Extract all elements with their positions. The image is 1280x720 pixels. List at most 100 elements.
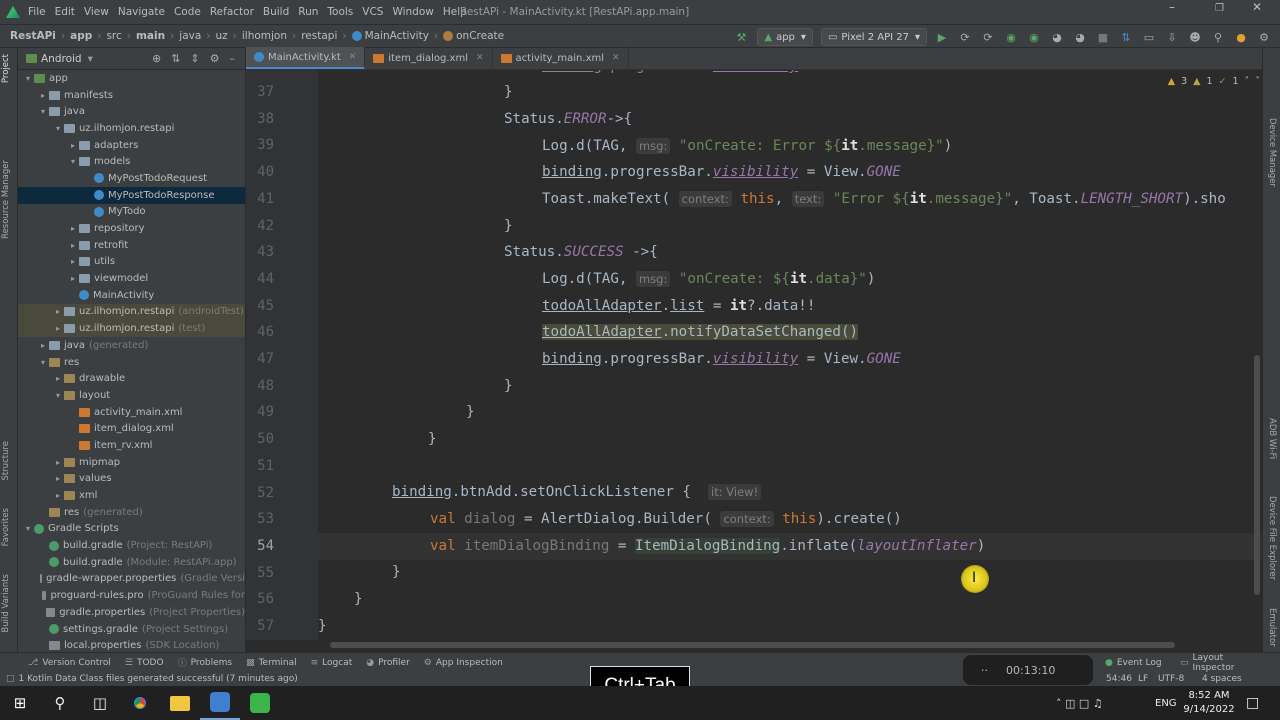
chevron-down-icon[interactable]: ˅ [1255, 76, 1260, 87]
tree-item[interactable]: MyTodo [18, 204, 245, 221]
tree-item[interactable]: local.properties (SDK Location) [18, 637, 245, 652]
debug-icon[interactable]: ◉ [1004, 31, 1018, 44]
menu-code[interactable]: Code [174, 6, 201, 18]
locate-icon[interactable]: ⊕ [152, 52, 161, 65]
search-icon[interactable]: ⚲ [40, 686, 80, 720]
tool-tab-device-file-explorer[interactable]: Device File Explorer [1267, 496, 1277, 580]
code-editor[interactable]: binding.progressBar.visibility = View.GO… [318, 70, 1262, 640]
chrome-icon[interactable] [120, 686, 160, 720]
profile-icon[interactable]: ◕ [1050, 31, 1064, 44]
tree-item[interactable]: ▸ utils [18, 254, 245, 271]
tree-item[interactable]: gradle-wrapper.properties (Gradle Versi [18, 571, 245, 588]
sync-gradle-icon[interactable]: ⇅ [1119, 31, 1133, 44]
device-manager-icon[interactable]: ▭ [1142, 31, 1156, 44]
settings-icon[interactable]: ⚙ [1257, 31, 1271, 44]
chevron-right-icon[interactable]: ▸ [67, 224, 79, 233]
tool-todo[interactable]: ☰ TODO [125, 658, 164, 668]
editor-horizontal-scrollbar[interactable] [330, 642, 1175, 648]
breadcrumb-ilhomjon[interactable]: ilhomjon [242, 30, 287, 42]
run-config-select[interactable]: ▲ app ▾ [757, 28, 813, 46]
collapse-all-icon[interactable]: ⇅ [171, 52, 180, 65]
hide-icon[interactable]: – [230, 52, 236, 65]
tree-item[interactable]: ▾ java [18, 103, 245, 120]
breadcrumb-mainactivity[interactable]: MainActivity [365, 30, 429, 42]
chevron-right-icon[interactable]: ▸ [67, 141, 79, 150]
breadcrumb-restapi[interactable]: restapi [301, 30, 337, 42]
menu-run[interactable]: Run [298, 6, 318, 18]
menu-edit[interactable]: Edit [55, 6, 75, 18]
tree-item[interactable]: settings.gradle (Project Settings) [18, 621, 245, 638]
tab-mainactivity[interactable]: MainActivity.kt ✕ [246, 47, 366, 69]
tool-tab-build-variants[interactable]: Build Variants [1, 574, 11, 633]
chevron-down-icon[interactable]: ▾ [22, 524, 34, 533]
tree-item[interactable]: ▸ mipmap [18, 454, 245, 471]
tool-tab-favorites[interactable]: Favorites [1, 508, 11, 546]
breadcrumb-project[interactable]: RestAPi [10, 30, 56, 42]
breadcrumb-src[interactable]: src [106, 30, 121, 42]
tree-item[interactable]: ▸ repository [18, 220, 245, 237]
hammer-icon[interactable]: ⚒ [734, 31, 748, 44]
tool-problems[interactable]: ⓘ Problems [178, 656, 233, 670]
tree-item[interactable]: ▾ res [18, 354, 245, 371]
close-tab-icon[interactable]: ✕ [612, 53, 620, 63]
chevron-down-icon[interactable]: ▾ [88, 53, 93, 65]
task-view-icon[interactable]: ◫ [80, 686, 120, 720]
run-icon[interactable]: ▶ [935, 31, 949, 44]
notification-icon[interactable]: □ [1246, 695, 1259, 711]
attach-icon[interactable]: ◕ [1073, 31, 1087, 44]
breadcrumb-module[interactable]: app [70, 30, 92, 42]
indent-setting[interactable]: 4 spaces [1202, 674, 1242, 684]
menu-file[interactable]: File [28, 6, 46, 18]
tree-item[interactable]: ▸ java (generated) [18, 337, 245, 354]
chevron-right-icon[interactable]: ▸ [52, 324, 64, 333]
tool-terminal[interactable]: ▩ Terminal [246, 658, 297, 668]
editor-vertical-scrollbar[interactable] [1254, 355, 1260, 595]
attach-debugger-icon[interactable]: ◉ [1027, 31, 1041, 44]
file-explorer-icon[interactable] [160, 686, 200, 720]
tree-item[interactable]: ▾ Gradle Scripts [18, 521, 245, 538]
tool-tab-adb-wifi[interactable]: ADB Wi-Fi [1267, 418, 1277, 459]
stop-icon[interactable]: ■ [1096, 31, 1110, 44]
tree-item[interactable]: MyPostTodoRequest [18, 170, 245, 187]
tool-version-control[interactable]: ⎇ Version Control [28, 658, 111, 668]
chevron-right-icon[interactable]: ▸ [52, 474, 64, 483]
tree-item[interactable]: ▸ xml [18, 487, 245, 504]
updates-icon[interactable]: ● [1234, 31, 1248, 44]
tree-item[interactable]: ▸ retrofit [18, 237, 245, 254]
menu-view[interactable]: View [84, 6, 109, 18]
chevron-right-icon[interactable]: ▸ [52, 307, 64, 316]
close-icon[interactable]: ✕ [1252, 0, 1262, 14]
tool-profiler[interactable]: ◕ Profiler [366, 658, 410, 668]
chevron-down-icon[interactable]: ▾ [37, 358, 49, 367]
tree-item[interactable]: activity_main.xml [18, 404, 245, 421]
tool-app-inspection[interactable]: ⚙ App Inspection [424, 658, 503, 668]
chevron-right-icon[interactable]: ▸ [67, 241, 79, 250]
green-app-icon[interactable] [240, 686, 280, 720]
tree-item[interactable]: proguard-rules.pro (ProGuard Rules for [18, 587, 245, 604]
tool-tab-device-manager[interactable]: Device Manager [1267, 118, 1277, 187]
project-view-select[interactable]: Android [41, 53, 82, 65]
tree-item[interactable]: ▸ values [18, 471, 245, 488]
chevron-right-icon[interactable]: ▸ [52, 374, 64, 383]
tool-tab-emulator[interactable]: Emulator [1267, 608, 1277, 647]
caret-position[interactable]: 54:46 [1106, 674, 1132, 684]
chevron-down-icon[interactable]: ▾ [37, 107, 49, 116]
file-encoding[interactable]: UTF-8 [1158, 674, 1184, 684]
tree-item[interactable]: ▾ uz.ilhomjon.restapi [18, 120, 245, 137]
tree-item[interactable]: ▾ layout [18, 387, 245, 404]
device-select[interactable]: ▭ Pixel 2 API 27 ▾ [820, 28, 927, 46]
expand-all-icon[interactable]: ⇕ [190, 52, 199, 65]
tree-item[interactable]: ▸ adapters [18, 137, 245, 154]
menu-vcs[interactable]: VCS [362, 6, 383, 18]
tool-event-log[interactable]: ● Event Log [1105, 658, 1162, 668]
tree-item[interactable]: gradle.properties (Project Properties) [18, 604, 245, 621]
tree-item[interactable]: build.gradle (Project: RestAPi) [18, 537, 245, 554]
menu-build[interactable]: Build [263, 6, 289, 18]
tab-item-dialog[interactable]: item_dialog.xml ✕ [365, 47, 493, 69]
tree-item[interactable]: MainActivity [18, 287, 245, 304]
tree-item[interactable]: ▾ app [18, 70, 245, 87]
close-tab-icon[interactable]: ✕ [349, 52, 357, 62]
tree-item[interactable]: ▸ viewmodel [18, 270, 245, 287]
tree-item[interactable]: ▸ manifests [18, 87, 245, 104]
tree-item[interactable]: item_dialog.xml [18, 420, 245, 437]
